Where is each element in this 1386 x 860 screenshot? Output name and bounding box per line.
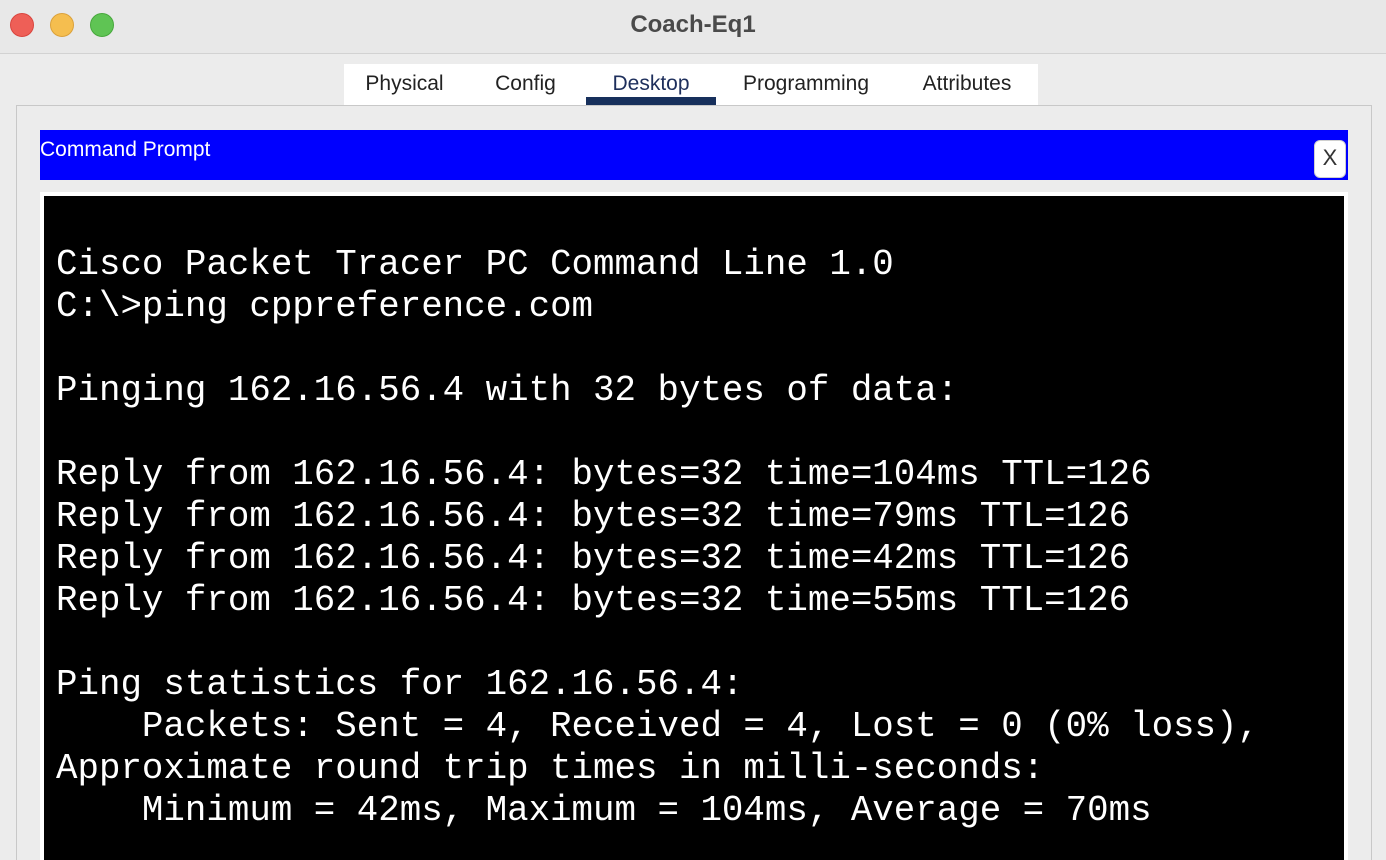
app-window: Coach-Eq1 Physical Config Desktop Progra… (0, 0, 1386, 860)
terminal-output[interactable]: Cisco Packet Tracer PC Command Line 1.0 C… (44, 196, 1344, 860)
tab-physical[interactable]: Physical (344, 64, 465, 105)
tab-programming[interactable]: Programming (716, 64, 896, 105)
terminal-line: Reply from 162.16.56.4: bytes=32 time=55… (56, 580, 1131, 621)
terminal-line: Pinging 162.16.56.4 with 32 bytes of dat… (56, 370, 959, 411)
terminal-line: Reply from 162.16.56.4: bytes=32 time=42… (56, 538, 1131, 579)
terminal-line: Reply from 162.16.56.4: bytes=32 time=79… (56, 496, 1131, 537)
command-prompt-title: Command Prompt (40, 138, 211, 161)
terminal-frame: Cisco Packet Tracer PC Command Line 1.0 C… (40, 192, 1348, 860)
terminal-line: Cisco Packet Tracer PC Command Line 1.0 (56, 244, 894, 285)
command-prompt-close-button[interactable]: X (1314, 140, 1346, 178)
tab-config[interactable]: Config (465, 64, 586, 105)
window-title: Coach-Eq1 (630, 11, 756, 38)
device-tab-bar: Physical Config Desktop Programming Attr… (344, 64, 1038, 105)
window-titlebar: Coach-Eq1 (0, 0, 1386, 54)
tab-desktop[interactable]: Desktop (586, 64, 716, 105)
terminal-line: Packets: Sent = 4, Received = 4, Lost = … (56, 706, 1259, 747)
terminal-line: C:\>ping cppreference.com (56, 286, 594, 327)
tab-attributes[interactable]: Attributes (896, 64, 1038, 105)
terminal-line: Reply from 162.16.56.4: bytes=32 time=10… (56, 454, 1152, 495)
terminal-line: Minimum = 42ms, Maximum = 104ms, Average… (56, 790, 1152, 831)
command-prompt-header: Command Prompt X (40, 130, 1348, 180)
terminal-line: Approximate round trip times in milli-se… (56, 748, 1045, 789)
terminal-line: Ping statistics for 162.16.56.4: (56, 664, 744, 705)
